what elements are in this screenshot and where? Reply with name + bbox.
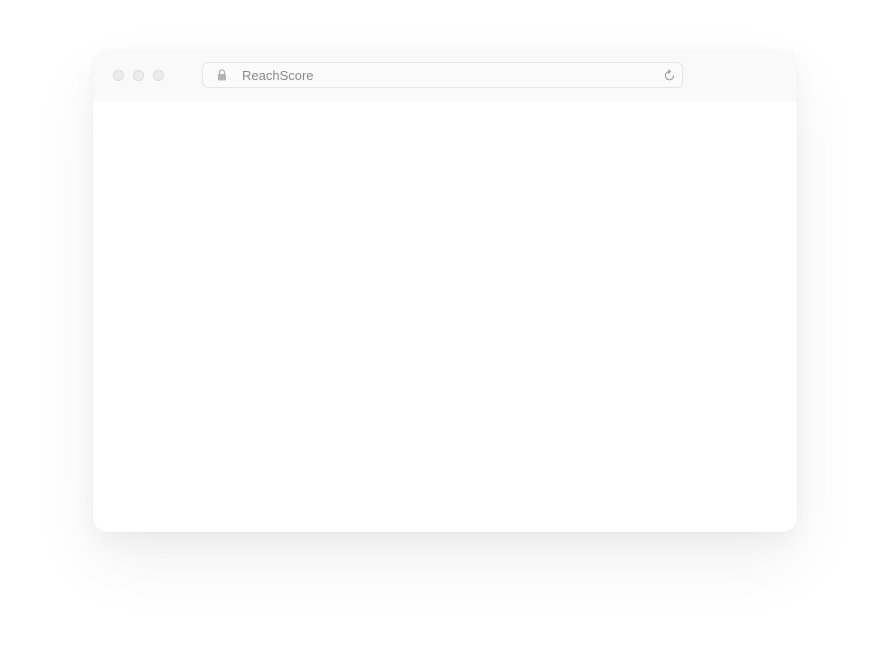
lock-icon bbox=[218, 69, 226, 81]
reload-icon[interactable] bbox=[663, 69, 676, 82]
minimize-window-button[interactable] bbox=[133, 70, 144, 81]
zoom-window-button[interactable] bbox=[153, 70, 164, 81]
desktop-background: ReachScore bbox=[0, 0, 890, 669]
browser-window: ReachScore bbox=[93, 50, 797, 532]
address-bar-text: ReachScore bbox=[242, 68, 314, 83]
page-content-area[interactable] bbox=[93, 102, 797, 532]
close-window-button[interactable] bbox=[113, 70, 124, 81]
browser-titlebar: ReachScore bbox=[93, 50, 797, 102]
address-bar[interactable]: ReachScore bbox=[202, 62, 683, 88]
